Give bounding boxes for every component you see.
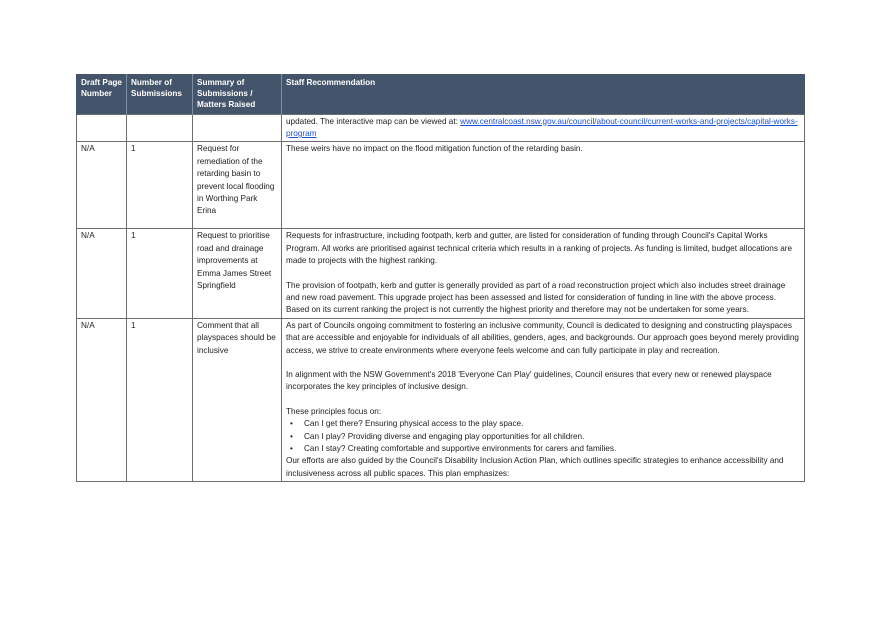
cell-summary [192, 113, 282, 143]
cell-summary: Comment that all playspaces should be in… [192, 317, 282, 483]
cell-count: 1 [126, 228, 193, 319]
list-item: Can I stay? Creating comfortable and sup… [290, 443, 800, 456]
table-row: N/A 1 Request to prioritise road and dra… [76, 228, 805, 319]
document-page: Draft Page Number Number of Submissions … [0, 0, 873, 618]
cell-count [126, 113, 193, 143]
cell-page: N/A [76, 317, 127, 483]
header-staff-recommendation: Staff Recommendation [281, 74, 805, 114]
cell-page: N/A [76, 141, 127, 230]
recommendation-paragraph: These principles focus on: [286, 406, 382, 416]
submissions-table: Draft Page Number Number of Submissions … [76, 74, 805, 483]
cell-recommendation: updated. The interactive map can be view… [281, 113, 805, 143]
cell-page: N/A [76, 228, 127, 319]
cell-summary: Request to prioritise road and drainage … [192, 228, 282, 319]
list-item: Can I get there? Ensuring physical acces… [290, 418, 800, 431]
cell-recommendation: Requests for infrastructure, including f… [281, 228, 805, 319]
cell-summary: Request for remediation of the retarding… [192, 141, 282, 230]
table-row: updated. The interactive map can be view… [76, 113, 805, 143]
recommendation-text: updated. The interactive map can be view… [286, 116, 461, 126]
cell-recommendation: These weirs have no impact on the flood … [281, 141, 805, 230]
cell-count: 1 [126, 317, 193, 483]
cell-recommendation: As part of Councils ongoing commitment t… [281, 317, 805, 483]
recommendation-paragraph: In alignment with the NSW Government's 2… [286, 369, 772, 392]
table-header-row: Draft Page Number Number of Submissions … [76, 74, 805, 114]
recommendation-paragraph: The provision of footpath, kerb and gutt… [286, 280, 786, 315]
cell-count: 1 [126, 141, 193, 230]
header-number-of-submissions: Number of Submissions [126, 74, 193, 114]
table-row: N/A 1 Comment that all playspaces should… [76, 317, 805, 483]
recommendation-paragraph: Our efforts are also guided by the Counc… [286, 456, 784, 478]
principles-list: Can I get there? Ensuring physical acces… [286, 418, 800, 456]
table-row: N/A 1 Request for remediation of the ret… [76, 141, 805, 230]
recommendation-paragraph: As part of Councils ongoing commitment t… [286, 320, 799, 355]
header-draft-page-number: Draft Page Number [76, 74, 127, 114]
cell-page [76, 113, 127, 143]
header-summary-of-submissions: Summary of Submissions / Matters Raised [192, 74, 282, 114]
recommendation-paragraph: Requests for infrastructure, including f… [286, 231, 793, 266]
list-item: Can I play? Providing diverse and engagi… [290, 431, 800, 444]
